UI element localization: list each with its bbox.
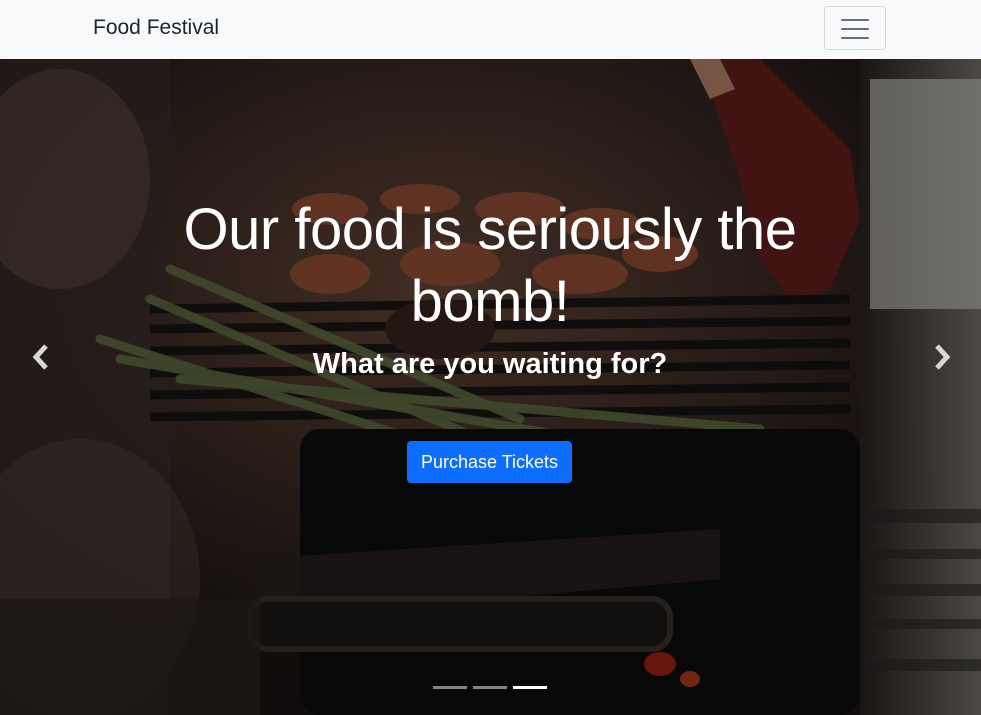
chevron-left-icon xyxy=(32,344,48,370)
carousel-indicators xyxy=(432,686,552,696)
hero-carousel: Our food is seriously the bomb! What are… xyxy=(0,59,981,715)
hamburger-menu-icon xyxy=(841,18,869,40)
navbar-toggler-button[interactable] xyxy=(824,6,886,50)
brand-logo-text[interactable]: Food Festival xyxy=(93,14,219,42)
carousel-indicator-1[interactable] xyxy=(433,686,467,696)
carousel-caption: Our food is seriously the bomb! What are… xyxy=(0,59,981,715)
navbar: Food Festival xyxy=(0,0,981,59)
carousel-prev-control[interactable] xyxy=(0,59,80,715)
hero-headline: Our food is seriously the bomb! xyxy=(183,197,797,334)
carousel-indicator-3[interactable] xyxy=(513,686,547,696)
carousel-indicator-2[interactable] xyxy=(473,686,507,696)
carousel-next-control[interactable] xyxy=(901,59,981,715)
chevron-right-icon xyxy=(935,344,951,370)
purchase-tickets-button[interactable]: Purchase Tickets xyxy=(407,441,572,483)
hero-subheadline: What are you waiting for? xyxy=(312,348,668,380)
